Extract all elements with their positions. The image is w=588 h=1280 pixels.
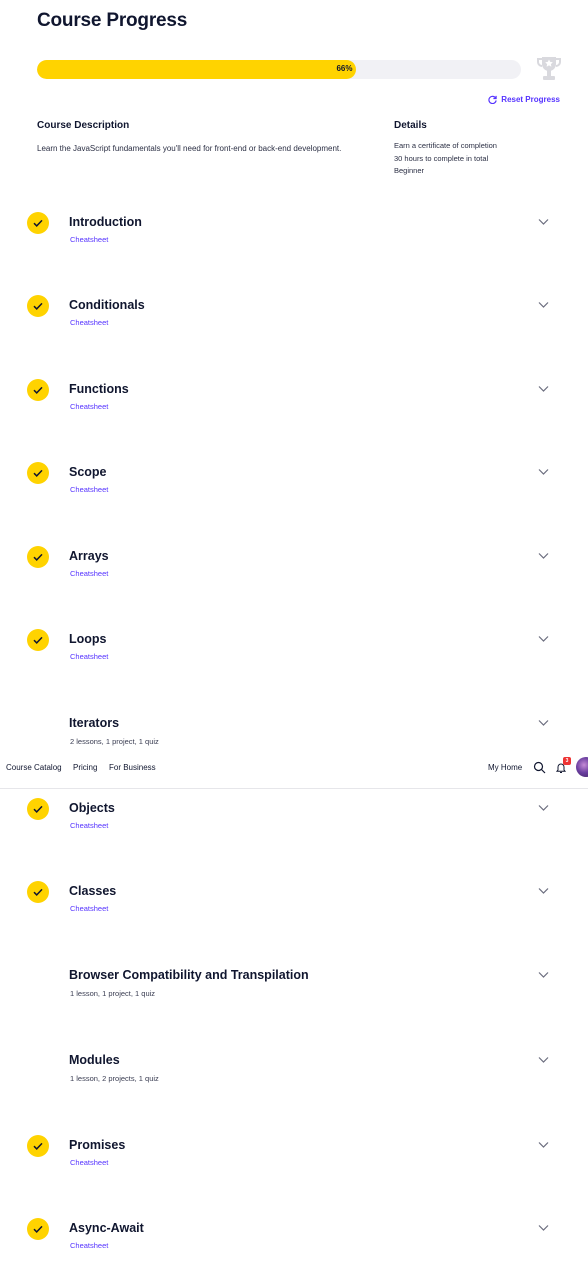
details-item: 30 hours to complete in total	[394, 153, 489, 163]
module-title[interactable]: Iterators	[69, 716, 119, 730]
check-icon	[27, 881, 49, 903]
chevron-down-icon[interactable]	[538, 1056, 549, 1064]
module-title[interactable]: Introduction	[69, 215, 142, 229]
avatar[interactable]	[576, 757, 588, 777]
module-title[interactable]: Objects	[69, 801, 115, 815]
module-row[interactable]: Loops Cheatsheet	[0, 629, 588, 689]
module-title[interactable]: Classes	[69, 884, 116, 898]
module-row[interactable]: Functions Cheatsheet	[0, 379, 588, 439]
cheatsheet-link[interactable]: Cheatsheet	[70, 904, 108, 913]
progress-bar: 66%	[37, 60, 521, 79]
cheatsheet-link[interactable]: Cheatsheet	[70, 318, 108, 327]
progress-fill	[37, 60, 357, 79]
refresh-icon	[488, 95, 497, 104]
module-row[interactable]: Scope Cheatsheet	[0, 462, 588, 522]
progress-percent: 66%	[336, 64, 353, 73]
chevron-down-icon[interactable]	[538, 468, 549, 476]
module-row[interactable]: Objects Cheatsheet	[0, 798, 588, 858]
check-icon	[27, 629, 49, 651]
check-icon	[27, 1218, 49, 1240]
chevron-down-icon[interactable]	[538, 1141, 549, 1149]
module-title[interactable]: Arrays	[69, 549, 109, 563]
check-icon	[27, 1135, 49, 1157]
check-icon	[27, 798, 49, 820]
cheatsheet-link[interactable]: Cheatsheet	[70, 235, 108, 244]
cheatsheet-link[interactable]: Cheatsheet	[70, 1158, 108, 1167]
module-title[interactable]: Loops	[69, 632, 107, 646]
chevron-down-icon[interactable]	[538, 635, 549, 643]
details-heading: Details	[394, 120, 427, 131]
details-list: Earn a certificate of completion 30 hour…	[394, 140, 497, 178]
details-item: Beginner	[394, 166, 425, 176]
module-row[interactable]: Introduction Cheatsheet	[0, 212, 588, 272]
check-icon	[27, 212, 49, 234]
nav-for-business[interactable]: For Business	[109, 763, 156, 772]
cheatsheet-link[interactable]: Cheatsheet	[70, 569, 108, 578]
nav-course-catalog[interactable]: Course Catalog	[6, 763, 62, 772]
nav-my-home[interactable]: My Home	[488, 763, 522, 772]
chevron-down-icon[interactable]	[538, 719, 549, 727]
module-title[interactable]: Async-Await	[69, 1221, 144, 1235]
check-icon	[27, 379, 49, 401]
top-nav-bar: Course Catalog Pricing For Business My H…	[0, 752, 588, 789]
chevron-down-icon[interactable]	[538, 552, 549, 560]
module-title[interactable]: Functions	[69, 382, 129, 396]
chevron-down-icon[interactable]	[538, 218, 549, 226]
module-row[interactable]: Arrays Cheatsheet	[0, 546, 588, 606]
chevron-down-icon[interactable]	[538, 804, 549, 812]
module-row[interactable]: Classes Cheatsheet	[0, 881, 588, 941]
module-row[interactable]: Conditionals Cheatsheet	[0, 295, 588, 355]
chevron-down-icon[interactable]	[538, 301, 549, 309]
details-item: Earn a certificate of completion	[394, 141, 497, 150]
chevron-down-icon[interactable]	[538, 385, 549, 393]
module-row[interactable]: Modules 1 lesson, 2 projects, 1 quiz	[0, 1050, 588, 1110]
cheatsheet-link[interactable]: Cheatsheet	[70, 652, 108, 661]
notification-badge: 3	[563, 757, 571, 765]
module-row[interactable]: Promises Cheatsheet	[0, 1135, 588, 1195]
chevron-down-icon[interactable]	[538, 1224, 549, 1232]
module-title[interactable]: Modules	[69, 1053, 120, 1067]
module-title[interactable]: Conditionals	[69, 298, 145, 312]
page-title: Course Progress	[37, 10, 188, 31]
check-icon	[27, 546, 49, 568]
search-icon[interactable]	[533, 761, 546, 774]
cheatsheet-link[interactable]: Cheatsheet	[70, 1241, 108, 1250]
check-icon	[27, 295, 49, 317]
chevron-down-icon[interactable]	[538, 887, 549, 895]
module-row[interactable]: Async-Await Cheatsheet	[0, 1218, 588, 1278]
module-title[interactable]: Promises	[69, 1138, 125, 1152]
module-title[interactable]: Browser Compatibility and Transpilation	[69, 968, 309, 982]
module-meta: 1 lesson, 1 project, 1 quiz	[70, 989, 156, 998]
cheatsheet-link[interactable]: Cheatsheet	[70, 402, 108, 411]
trophy-icon	[537, 57, 561, 80]
module-title[interactable]: Scope	[69, 465, 107, 479]
reset-progress-button[interactable]: Reset Progress	[488, 95, 560, 104]
cheatsheet-link[interactable]: Cheatsheet	[70, 485, 108, 494]
module-meta: 2 lessons, 1 project, 1 quiz	[70, 737, 159, 746]
module-meta: 1 lesson, 2 projects, 1 quiz	[70, 1074, 159, 1083]
chevron-down-icon[interactable]	[538, 971, 549, 979]
check-icon	[27, 462, 49, 484]
module-row[interactable]: Browser Compatibility and Transpilation 1…	[0, 965, 588, 1025]
cheatsheet-link[interactable]: Cheatsheet	[70, 821, 108, 830]
nav-pricing[interactable]: Pricing	[73, 763, 97, 772]
course-description-text: Learn the JavaScript fundamentals you'll…	[37, 144, 342, 153]
reset-progress-label: Reset Progress	[501, 95, 560, 104]
course-description-heading: Course Description	[37, 120, 130, 131]
